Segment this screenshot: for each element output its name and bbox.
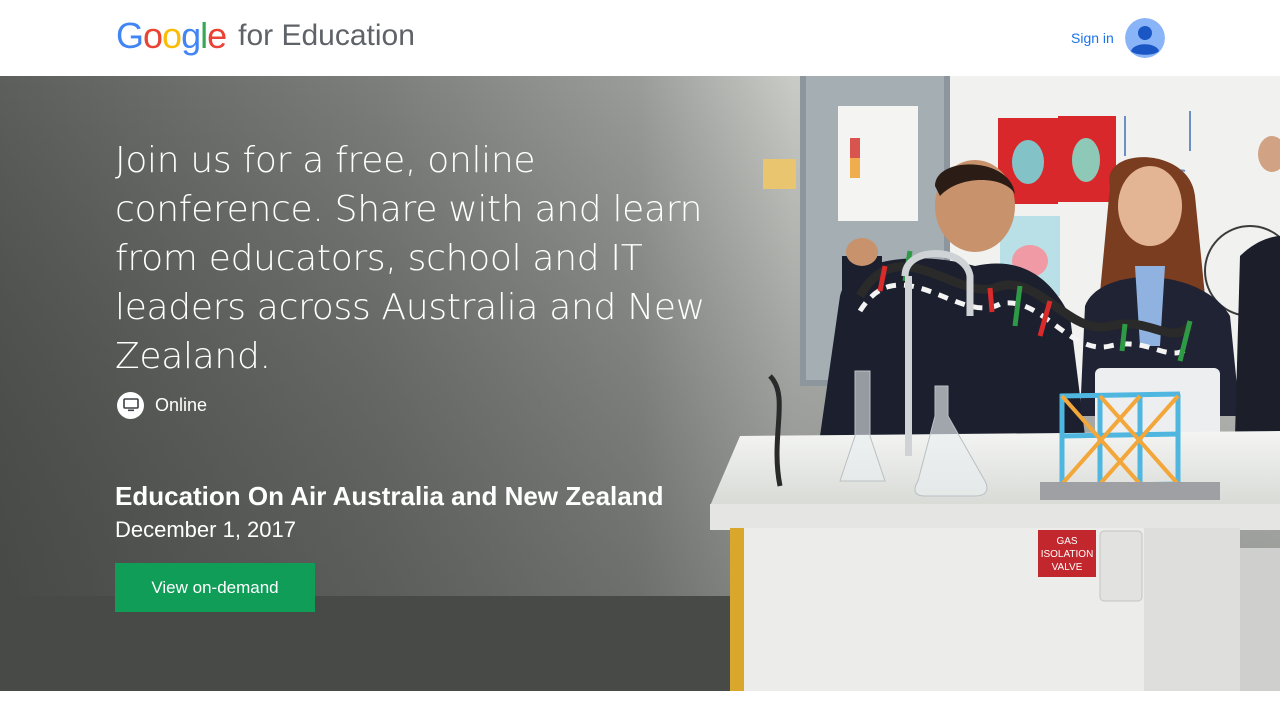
logo-letter-e: e bbox=[207, 15, 227, 56]
page-bottom-strip bbox=[0, 691, 1280, 711]
account-avatar-icon[interactable] bbox=[1125, 18, 1165, 58]
monitor-icon bbox=[117, 391, 144, 419]
location-label: Online bbox=[155, 394, 208, 415]
logo-letter-l: l bbox=[200, 15, 208, 56]
svg-text:GAS: GAS bbox=[1056, 536, 1077, 547]
logo-product-name: for Education bbox=[238, 19, 415, 52]
view-on-demand-button[interactable]: View on-demand bbox=[115, 563, 315, 612]
svg-text:ISOLATION: ISOLATION bbox=[1041, 549, 1094, 560]
event-date: December 1, 2017 bbox=[115, 517, 296, 542]
logo-letter-g2: g bbox=[181, 15, 201, 56]
svg-text:VALVE: VALVE bbox=[1052, 562, 1083, 573]
site-header: Google for Education Sign in bbox=[0, 0, 1280, 76]
logo-letter-o1: o bbox=[143, 15, 163, 56]
google-for-education-logo[interactable]: Google for Education bbox=[116, 14, 415, 58]
sign-in-link[interactable]: Sign in bbox=[1071, 29, 1114, 47]
google-wordmark: Google bbox=[116, 14, 227, 58]
logo-letter-o2: o bbox=[162, 15, 182, 56]
event-title: Education On Air Australia and New Zeala… bbox=[115, 481, 664, 511]
hero-banner: GAS ISOLATION VALVE Join us for a free, … bbox=[0, 76, 1280, 691]
hero-headline: Join us for a free, online conference. S… bbox=[115, 140, 705, 377]
event-location: Online bbox=[117, 391, 207, 419]
logo-letter-g: G bbox=[116, 15, 144, 56]
